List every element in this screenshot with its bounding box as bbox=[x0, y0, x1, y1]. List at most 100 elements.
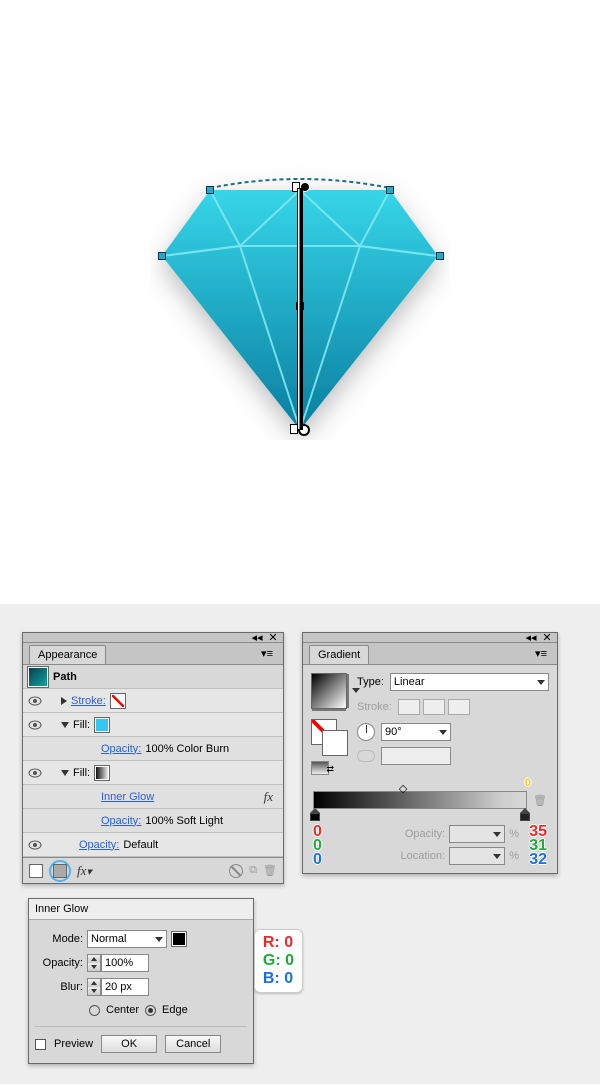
visibility-icon[interactable] bbox=[27, 717, 43, 733]
type-dropdown[interactable]: Linear bbox=[390, 673, 549, 691]
opacity-value: Default bbox=[123, 839, 158, 851]
appearance-panel: ◂◂ ✕ Appearance ▾≡ Path Stroke: bbox=[22, 632, 284, 884]
aspect-ratio-input bbox=[381, 747, 451, 765]
new-fill-icon[interactable] bbox=[49, 860, 71, 882]
stop-location-input bbox=[449, 847, 505, 865]
ok-button[interactable]: OK bbox=[101, 1035, 157, 1053]
opacity-input[interactable] bbox=[101, 954, 149, 972]
gradient-panel: ◂◂ ✕ Gradient ▾≡ ⇄ bbox=[302, 632, 558, 874]
inner-glow-dialog: Inner Glow Mode: Normal Opacity: Blur: C… bbox=[28, 898, 254, 1064]
mode-label: Mode: bbox=[39, 933, 83, 945]
stroke-label: Stroke: bbox=[357, 701, 392, 713]
add-effect-icon[interactable]: fx▾ bbox=[77, 863, 92, 879]
panels-area: ◂◂ ✕ Appearance ▾≡ Path Stroke: bbox=[0, 604, 600, 1084]
color-stop-left[interactable] bbox=[310, 808, 320, 820]
angle-value: 90° bbox=[385, 726, 402, 738]
expand-icon[interactable] bbox=[61, 770, 69, 776]
rgb-r: R: 0 bbox=[263, 934, 294, 952]
anchor-point[interactable] bbox=[158, 252, 166, 260]
edge-label: Edge bbox=[162, 1004, 188, 1016]
fx-indicator-icon: fx bbox=[264, 789, 279, 805]
gradient-annotator-line[interactable] bbox=[297, 188, 303, 430]
dialog-title: Inner Glow bbox=[29, 899, 253, 920]
edge-radio[interactable] bbox=[145, 1005, 156, 1016]
opacity-value: 100% Color Burn bbox=[145, 743, 229, 755]
mode-value: Normal bbox=[91, 933, 126, 945]
blur-input[interactable] bbox=[101, 978, 149, 996]
collapse-icon[interactable]: ◂◂ bbox=[525, 634, 537, 642]
anchor-point[interactable] bbox=[386, 186, 394, 194]
opacity-link[interactable]: Opacity: bbox=[79, 839, 119, 851]
opacity-value: 100% Soft Light bbox=[145, 815, 223, 827]
right-stop-b: 32 bbox=[529, 853, 547, 867]
anchor-point[interactable] bbox=[206, 186, 214, 194]
anchor-point[interactable] bbox=[436, 252, 444, 260]
visibility-icon[interactable] bbox=[27, 765, 43, 781]
stop-opacity-label: Opacity: bbox=[405, 828, 445, 840]
close-icon[interactable]: ✕ bbox=[541, 634, 553, 642]
glow-color-swatch[interactable] bbox=[171, 931, 187, 947]
expand-icon[interactable] bbox=[61, 722, 69, 728]
close-icon[interactable]: ✕ bbox=[267, 634, 279, 642]
delete-icon[interactable]: 🗑 bbox=[263, 864, 277, 877]
preview-checkbox[interactable] bbox=[35, 1039, 46, 1050]
appearance-tab[interactable]: Appearance bbox=[29, 645, 106, 664]
panel-menu-icon[interactable]: ▾≡ bbox=[531, 647, 551, 664]
center-label: Center bbox=[106, 1004, 139, 1016]
type-value: Linear bbox=[394, 676, 425, 688]
rgb-readout: R: 0 G: 0 B: 0 bbox=[254, 929, 303, 993]
fill-cyan-swatch[interactable] bbox=[94, 717, 110, 733]
gradient-slider[interactable]: ◇ bbox=[313, 791, 527, 809]
expand-icon[interactable] bbox=[61, 697, 67, 705]
stop-location-label: Location: bbox=[401, 850, 446, 862]
gradient-preview[interactable] bbox=[311, 673, 347, 709]
type-label: Type: bbox=[357, 676, 384, 688]
chevron-down-icon bbox=[439, 730, 447, 735]
color-stop-right[interactable] bbox=[520, 808, 530, 820]
left-stop-b: 0 bbox=[313, 853, 322, 867]
rgb-b: B: 0 bbox=[263, 970, 294, 988]
blur-spinner[interactable] bbox=[87, 978, 149, 996]
mode-dropdown[interactable]: Normal bbox=[87, 930, 167, 948]
preview-label: Preview bbox=[54, 1038, 93, 1050]
visibility-icon[interactable] bbox=[27, 837, 43, 853]
inner-glow-link[interactable]: Inner Glow bbox=[101, 791, 154, 803]
duplicate-icon[interactable]: ⧉ bbox=[249, 864, 257, 877]
fill-stroke-proxy[interactable] bbox=[311, 719, 337, 745]
stroke-grad-within-icon bbox=[398, 699, 420, 715]
panel-menu-icon[interactable]: ▾≡ bbox=[257, 647, 277, 664]
opacity-link[interactable]: Opacity: bbox=[101, 743, 141, 755]
fill-gradient-swatch[interactable] bbox=[94, 765, 110, 781]
object-thumb bbox=[27, 666, 49, 688]
center-radio[interactable] bbox=[89, 1005, 100, 1016]
visibility-icon[interactable] bbox=[27, 693, 43, 709]
collapse-icon[interactable]: ◂◂ bbox=[251, 634, 263, 642]
angle-dial[interactable] bbox=[357, 723, 375, 741]
opacity-label: Opacity: bbox=[39, 957, 83, 969]
delete-stop-icon[interactable]: 🗑 bbox=[533, 794, 547, 807]
new-stroke-icon[interactable] bbox=[29, 864, 43, 878]
stop-marker-label: 0 bbox=[525, 777, 531, 789]
fill-label: Fill: bbox=[73, 719, 90, 731]
clear-appearance-icon[interactable] bbox=[229, 864, 243, 878]
artboard bbox=[0, 0, 600, 604]
opacity-link[interactable]: Opacity: bbox=[101, 815, 141, 827]
diamond-artwork[interactable] bbox=[150, 160, 450, 443]
chevron-down-icon bbox=[537, 680, 545, 685]
gradient-tab[interactable]: Gradient bbox=[309, 645, 369, 664]
fill-label: Fill: bbox=[73, 767, 90, 779]
stroke-grad-along-icon bbox=[423, 699, 445, 715]
rgb-g: G: 0 bbox=[263, 952, 294, 970]
stop-opacity-input bbox=[449, 825, 505, 843]
angle-input[interactable]: 90° bbox=[381, 723, 451, 741]
stroke-grad-across-icon bbox=[448, 699, 470, 715]
object-label: Path bbox=[53, 671, 77, 683]
blur-label: Blur: bbox=[39, 981, 83, 993]
stroke-label[interactable]: Stroke: bbox=[71, 695, 106, 707]
reverse-gradient-icon[interactable]: ⇄ bbox=[311, 761, 329, 775]
opacity-spinner[interactable] bbox=[87, 954, 149, 972]
appearance-footer: fx▾ ⧉ 🗑 bbox=[23, 857, 283, 883]
cancel-button[interactable]: Cancel bbox=[165, 1035, 221, 1053]
stroke-none-swatch[interactable] bbox=[110, 693, 126, 709]
opacity-stop[interactable]: ◇ bbox=[399, 782, 409, 792]
